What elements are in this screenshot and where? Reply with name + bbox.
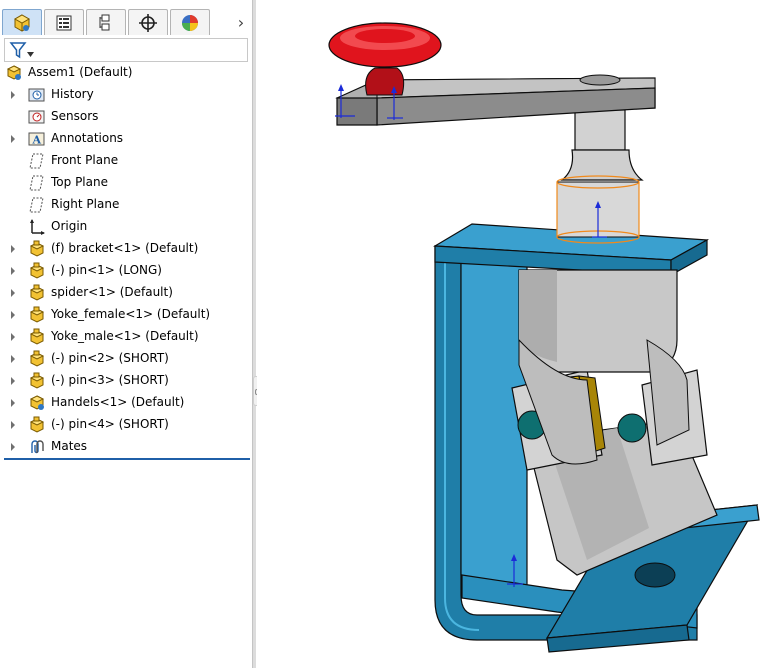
plane-icon: [29, 197, 44, 213]
tree-item-sensors[interactable]: Sensors: [0, 106, 252, 128]
propertymanager-tab[interactable]: [44, 9, 84, 35]
tree-item-label: (f) bracket<1> (Default): [51, 241, 199, 255]
tree-item-annotations[interactable]: A Annotations: [0, 128, 252, 150]
tree-item-label: Origin: [51, 219, 88, 233]
assembly-model[interactable]: [257, 0, 776, 668]
featuremanager-icon: [13, 13, 31, 32]
tree-item-bracket[interactable]: (f) bracket<1> (Default): [0, 238, 252, 260]
tree-item-pin2[interactable]: (-) pin<2> (SHORT): [0, 348, 252, 370]
expand-arrow-icon[interactable]: [9, 289, 17, 297]
tree-item-pin4[interactable]: (-) pin<4> (SHORT): [0, 414, 252, 436]
chevron-down-icon: [27, 52, 34, 57]
displaymanager-tab[interactable]: [170, 9, 210, 35]
feature-manager-pane: › Assem1 (Default) History Sensors A Ann…: [0, 0, 252, 668]
plane-icon: [29, 153, 44, 169]
part-icon: [29, 262, 45, 279]
plane-icon: [29, 175, 44, 191]
tree-item-pin3[interactable]: (-) pin<3> (SHORT): [0, 370, 252, 392]
expand-arrow-icon[interactable]: [9, 267, 17, 275]
tree-item-label: (-) pin<1> (LONG): [51, 263, 162, 277]
tree-item-label: Yoke_male<1> (Default): [51, 329, 199, 343]
expand-arrow-icon[interactable]: [9, 355, 17, 363]
expand-arrow-icon[interactable]: [9, 135, 17, 143]
tree-item-top-plane[interactable]: Top Plane: [0, 172, 252, 194]
annotations-icon: A: [28, 132, 45, 147]
tree-item-yoke-male[interactable]: Yoke_male<1> (Default): [0, 326, 252, 348]
dimxpertmanager-tab[interactable]: [128, 9, 168, 35]
mates-icon: [31, 440, 44, 454]
tree-item-handels[interactable]: Handels<1> (Default): [0, 392, 252, 414]
tree-item-label: Right Plane: [51, 197, 120, 211]
tree-item-label: Yoke_female<1> (Default): [51, 307, 211, 321]
tree-item-label: Top Plane: [51, 175, 108, 189]
tree-item-label: Mates: [51, 439, 88, 453]
graphics-area[interactable]: [257, 0, 776, 668]
crosshair-icon: [139, 13, 157, 32]
part-icon: [29, 328, 45, 345]
expand-arrow-icon[interactable]: [9, 91, 17, 99]
tree-item-yoke-female[interactable]: Yoke_female<1> (Default): [0, 304, 252, 326]
tree-item-history[interactable]: History: [0, 84, 252, 106]
expand-arrow-icon[interactable]: [9, 399, 17, 407]
manager-tabs: ›: [0, 6, 252, 36]
expand-arrow-icon[interactable]: [9, 333, 17, 341]
part-icon: [29, 284, 45, 301]
tree-item-spider[interactable]: spider<1> (Default): [0, 282, 252, 304]
tree-item-label: (-) pin<2> (SHORT): [51, 351, 169, 365]
pin-long-part[interactable]: [556, 109, 644, 244]
svg-text:A: A: [32, 134, 42, 147]
origin-icon: [30, 219, 45, 235]
appearance-pie-icon: [182, 14, 198, 31]
expand-arrow-icon[interactable]: [9, 311, 17, 319]
tree-item-label: (-) pin<4> (SHORT): [51, 417, 169, 431]
tree-item-origin[interactable]: Origin: [0, 216, 252, 238]
tree-item-label: Annotations: [51, 131, 124, 145]
tree-item-pin1[interactable]: (-) pin<1> (LONG): [0, 260, 252, 282]
featuremanager-tab[interactable]: [2, 9, 42, 35]
part-icon: [29, 372, 45, 389]
tree-item-label: (-) pin<3> (SHORT): [51, 373, 169, 387]
tree-item-right-plane[interactable]: Right Plane: [0, 194, 252, 216]
part-icon: [29, 350, 45, 367]
subassembly-icon: [29, 395, 45, 410]
expand-arrow-icon[interactable]: [9, 245, 17, 253]
history-icon: [28, 88, 45, 102]
tree-item-label: Front Plane: [51, 153, 119, 167]
tree-item-label: spider<1> (Default): [51, 285, 173, 299]
configurationmanager-tab[interactable]: [86, 9, 126, 35]
tree-item-front-plane[interactable]: Front Plane: [0, 150, 252, 172]
part-icon: [29, 240, 45, 257]
tree-item-label: History: [51, 87, 94, 101]
assembly-icon: [6, 65, 22, 80]
part-icon: [29, 306, 45, 323]
pane-splitter[interactable]: [252, 0, 256, 668]
tree-item-label: Sensors: [51, 109, 99, 123]
tree-root-assembly[interactable]: Assem1 (Default): [0, 62, 252, 84]
expand-arrow-icon[interactable]: [9, 443, 17, 451]
tree-item-mates[interactable]: Mates: [0, 436, 252, 458]
expand-arrow-icon[interactable]: [9, 377, 17, 385]
part-icon: [29, 416, 45, 433]
handels-subassembly[interactable]: [328, 22, 656, 126]
tree-root-label: Assem1 (Default): [28, 65, 133, 79]
configurationmanager-icon: [99, 14, 110, 30]
expand-arrow-icon[interactable]: [9, 421, 17, 429]
sensor-icon: [28, 110, 45, 124]
propertymanager-icon: [56, 15, 72, 30]
tree-item-label: Handels<1> (Default): [51, 395, 185, 409]
tree-filter-box[interactable]: [4, 38, 248, 62]
tabs-scroll-right-button[interactable]: ›: [232, 13, 250, 33]
tree-end-divider: [4, 458, 250, 460]
